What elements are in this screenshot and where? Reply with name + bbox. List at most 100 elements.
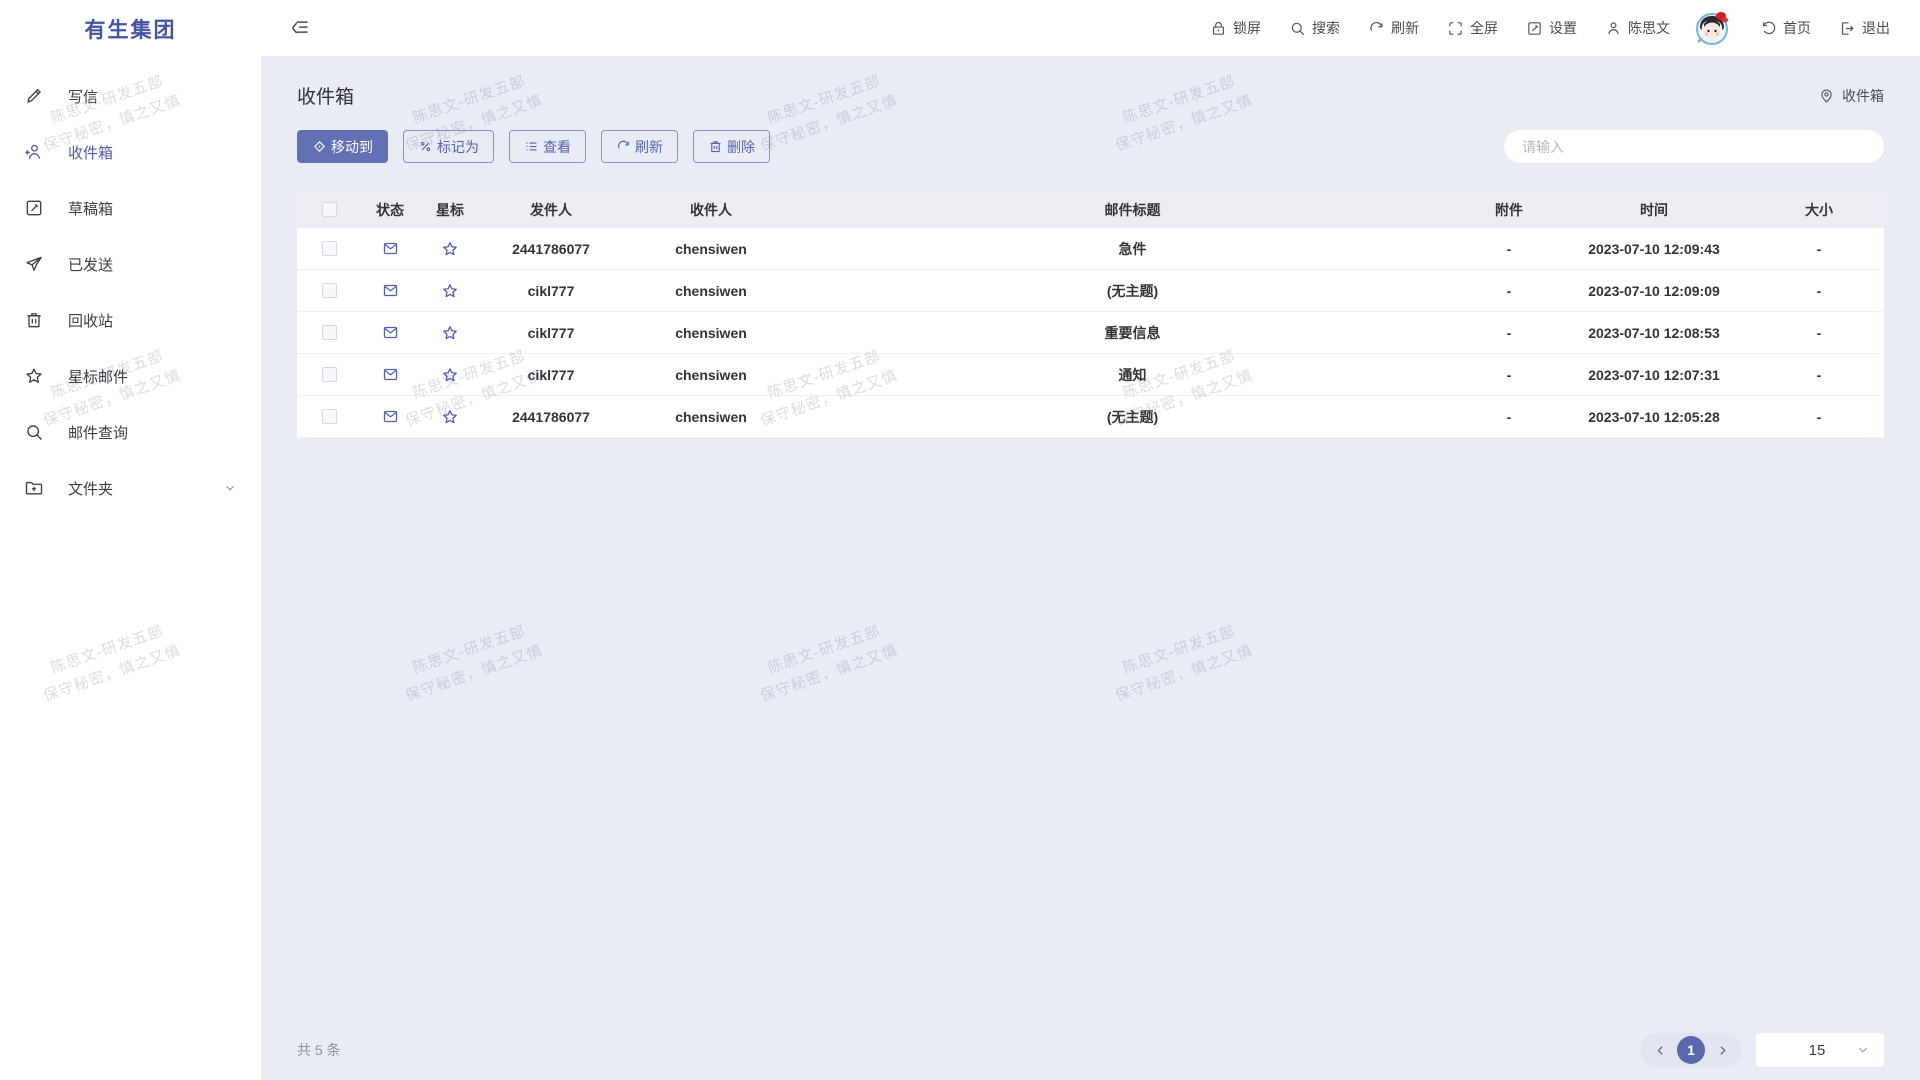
- button-label: 移动到: [331, 137, 373, 157]
- draft-icon: [24, 198, 44, 218]
- logout-button[interactable]: 退出: [1839, 18, 1890, 38]
- sidebar-item-sent[interactable]: 已发送: [0, 236, 261, 292]
- attachment-cell: -: [1464, 367, 1554, 383]
- time-cell: 2023-07-10 12:09:43: [1554, 241, 1754, 257]
- button-label: 刷新: [635, 137, 663, 157]
- sidebar-item-drafts[interactable]: 草稿箱: [0, 180, 261, 236]
- current-user-button[interactable]: 陈思文: [1605, 18, 1670, 38]
- row-checkbox[interactable]: [322, 367, 337, 382]
- sender-cell: cikl777: [481, 325, 621, 341]
- header-sender: 发件人: [481, 200, 621, 220]
- prev-page-button[interactable]: [1649, 1039, 1671, 1061]
- table-header-row: 状态 星标 发件人 收件人 邮件标题 附件 时间 大小: [297, 191, 1884, 228]
- collapse-sidebar-icon[interactable]: [290, 18, 310, 38]
- sidebar-item-mail-query[interactable]: 邮件查询: [0, 404, 261, 460]
- list-footer: 共 5 条 1 15: [297, 1033, 1884, 1067]
- sender-cell: cikl777: [481, 283, 621, 299]
- sidebar-item-folders[interactable]: 文件夹: [0, 460, 261, 516]
- breadcrumb[interactable]: 收件箱: [1818, 86, 1884, 106]
- lock-screen-button[interactable]: 锁屏: [1210, 18, 1261, 38]
- toolbar: 移动到 标记为 查看: [297, 130, 1884, 163]
- attachment-cell: -: [1464, 241, 1554, 257]
- view-button[interactable]: 查看: [509, 130, 586, 163]
- pencil-icon: [24, 86, 44, 106]
- topbar-label: 全屏: [1470, 18, 1498, 38]
- global-search-button[interactable]: 搜索: [1289, 18, 1340, 38]
- row-checkbox[interactable]: [322, 409, 337, 424]
- sidebar-item-starred[interactable]: 星标邮件: [0, 348, 261, 404]
- next-page-button[interactable]: [1711, 1039, 1733, 1061]
- user-avatar[interactable]: [1692, 8, 1732, 48]
- header-time: 时间: [1554, 200, 1754, 220]
- search-input[interactable]: [1504, 130, 1884, 163]
- mark-icon: [418, 139, 433, 154]
- header-attachment: 附件: [1464, 200, 1554, 220]
- recipient-cell: chensiwen: [621, 283, 801, 299]
- refresh-page-button[interactable]: 刷新: [1368, 18, 1419, 38]
- user-icon: [1605, 20, 1622, 37]
- sidebar-item-trash[interactable]: 回收站: [0, 292, 261, 348]
- star-icon[interactable]: [441, 408, 459, 426]
- current-page[interactable]: 1: [1677, 1036, 1705, 1064]
- sender-cell: cikl777: [481, 367, 621, 383]
- refresh-list-button[interactable]: 刷新: [601, 130, 678, 163]
- unread-mail-icon: [382, 282, 399, 299]
- table-row[interactable]: cikl777 chensiwen 重要信息 - 2023-07-10 12:0…: [297, 312, 1884, 354]
- subject-cell: (无主题): [801, 407, 1464, 427]
- move-to-button[interactable]: 移动到: [297, 130, 388, 163]
- unread-mail-icon: [382, 240, 399, 257]
- mark-as-button[interactable]: 标记为: [403, 130, 494, 163]
- page-size-select[interactable]: 15: [1756, 1033, 1884, 1067]
- chevron-down-icon: [223, 481, 237, 495]
- delete-button[interactable]: 删除: [693, 130, 770, 163]
- topbar: 锁屏 搜索 刷新: [261, 0, 1920, 56]
- send-icon: [24, 254, 44, 274]
- unread-mail-icon: [382, 324, 399, 341]
- star-icon: [24, 366, 44, 386]
- mail-table: 状态 星标 发件人 收件人 邮件标题 附件 时间 大小 2441786077 c…: [297, 191, 1884, 438]
- row-checkbox[interactable]: [322, 241, 337, 256]
- settings-button[interactable]: 设置: [1526, 18, 1577, 38]
- sidebar-item-label: 已发送: [68, 254, 113, 275]
- delete-icon: [708, 139, 723, 154]
- table-row[interactable]: 2441786077 chensiwen 急件 - 2023-07-10 12:…: [297, 228, 1884, 270]
- star-icon[interactable]: [441, 324, 459, 342]
- sidebar-item-label: 收件箱: [68, 142, 113, 163]
- fullscreen-button[interactable]: 全屏: [1447, 18, 1498, 38]
- size-cell: -: [1754, 409, 1884, 425]
- recipient-cell: chensiwen: [621, 325, 801, 341]
- topbar-label: 搜索: [1312, 18, 1340, 38]
- page-size-value: 15: [1756, 1042, 1856, 1059]
- attachment-cell: -: [1464, 325, 1554, 341]
- row-checkbox[interactable]: [322, 283, 337, 298]
- button-label: 删除: [727, 137, 755, 157]
- star-icon[interactable]: [441, 366, 459, 384]
- search-icon: [24, 422, 44, 442]
- sidebar-item-inbox[interactable]: 收件箱: [0, 124, 261, 180]
- breadcrumb-label: 收件箱: [1842, 86, 1884, 106]
- button-label: 标记为: [437, 137, 479, 157]
- sidebar-nav: 写信 收件箱 草稿箱 已发送: [0, 58, 261, 516]
- page-title: 收件箱: [297, 82, 354, 109]
- header-recipient: 收件人: [621, 200, 801, 220]
- sidebar-item-label: 邮件查询: [68, 422, 128, 443]
- header-status: 状态: [361, 200, 419, 220]
- home-button[interactable]: 首页: [1760, 18, 1811, 38]
- star-icon[interactable]: [441, 240, 459, 258]
- header-star: 星标: [419, 200, 481, 220]
- select-all-checkbox[interactable]: [322, 202, 337, 217]
- table-row[interactable]: cikl777 chensiwen (无主题) - 2023-07-10 12:…: [297, 270, 1884, 312]
- topbar-actions: 锁屏 搜索 刷新: [1182, 8, 1890, 48]
- recipient-cell: chensiwen: [621, 409, 801, 425]
- row-checkbox[interactable]: [322, 325, 337, 340]
- sidebar-item-compose[interactable]: 写信: [0, 68, 261, 124]
- table-row[interactable]: 2441786077 chensiwen (无主题) - 2023-07-10 …: [297, 396, 1884, 438]
- home-icon: [1760, 20, 1777, 37]
- attachment-cell: -: [1464, 283, 1554, 299]
- unread-mail-icon: [382, 366, 399, 383]
- star-icon[interactable]: [441, 282, 459, 300]
- inbox-icon: [24, 142, 44, 162]
- table-row[interactable]: cikl777 chensiwen 通知 - 2023-07-10 12:07:…: [297, 354, 1884, 396]
- subject-cell: 通知: [801, 365, 1464, 385]
- logout-icon: [1839, 20, 1856, 37]
